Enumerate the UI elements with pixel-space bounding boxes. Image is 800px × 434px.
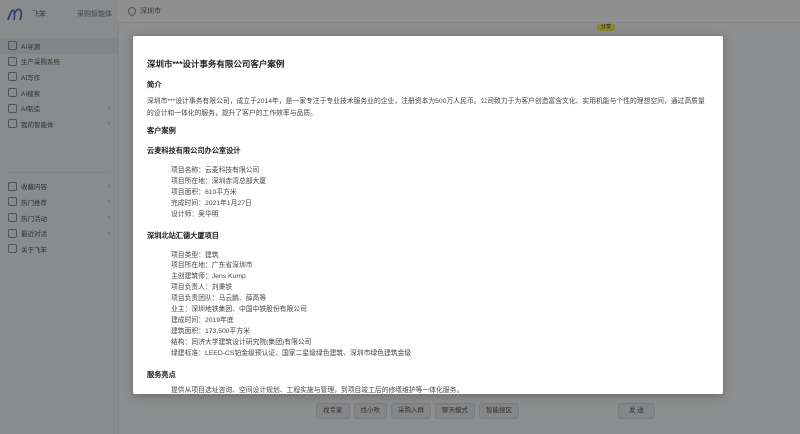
highlights-heading: 服务亮点 <box>147 369 176 379</box>
case-modal: 深圳市***设计事务有限公司客户案例 简介 深圳市***设计事务有限公司，成立于… <box>133 36 723 394</box>
case1-title: 云麦科技有限公司办公室设计 <box>147 146 241 155</box>
intro-heading: 简介 <box>147 80 162 89</box>
list-item: 项目负责人：刘秉铁 <box>171 284 233 292</box>
modal-title: 深圳市***设计事务有限公司客户案例 <box>147 59 285 69</box>
list-item: 设计师：吴华明 <box>171 210 219 218</box>
case2-list: 项目类型：建筑 项目所在地：广东省深圳市 主创建筑师：Jens Kump 项目负… <box>147 251 709 360</box>
list-item: 主创建筑师：Jens Kump <box>171 273 246 281</box>
list-item: 项目类型：建筑 <box>171 251 219 259</box>
intro-text: 深圳市***设计事务有限公司，成立于2014年，是一家专注于专业技术服务业的企业… <box>147 98 705 117</box>
list-item: 项目负责团队：马云鹏、薛高等 <box>171 295 267 303</box>
list-item: 项目所在地：深圳赤湾总部大厦 <box>171 177 267 185</box>
list-item: 绿建标准：LEED-CS铂金级预认证、国家二星级绿色建筑、深圳市绿色建筑金级 <box>171 349 412 357</box>
list-item: 建成时间：2019年底 <box>171 316 234 324</box>
list-item: 建筑面积：173,500平方米 <box>171 327 250 335</box>
list-item: 结构：同济大学建筑设计研究院(集团)有限公司 <box>171 338 312 346</box>
case2-title: 深圳北站汇德大厦项目 <box>147 230 219 240</box>
list-item: 项目面积：610平方米 <box>171 188 237 196</box>
list-item: 业主：深圳地铁集团、中国中铁股份有限公司 <box>171 306 307 314</box>
list-item: 项目所在地：广东省深圳市 <box>171 262 253 270</box>
list-item: 完成时间：2021年1月27日 <box>171 199 252 207</box>
list-item: 项目名称：云麦科技有限公司 <box>171 167 260 174</box>
case1-list: 项目名称：云麦科技有限公司 项目所在地：深圳赤湾总部大厦 项目面积：610平方米… <box>147 166 709 221</box>
highlights-text: 提供从项目选址咨询、空间设计规划、工程实施与管理，到项目竣工后的修缮维护等一体化… <box>171 386 464 394</box>
cases-heading: 客户案例 <box>147 126 176 135</box>
